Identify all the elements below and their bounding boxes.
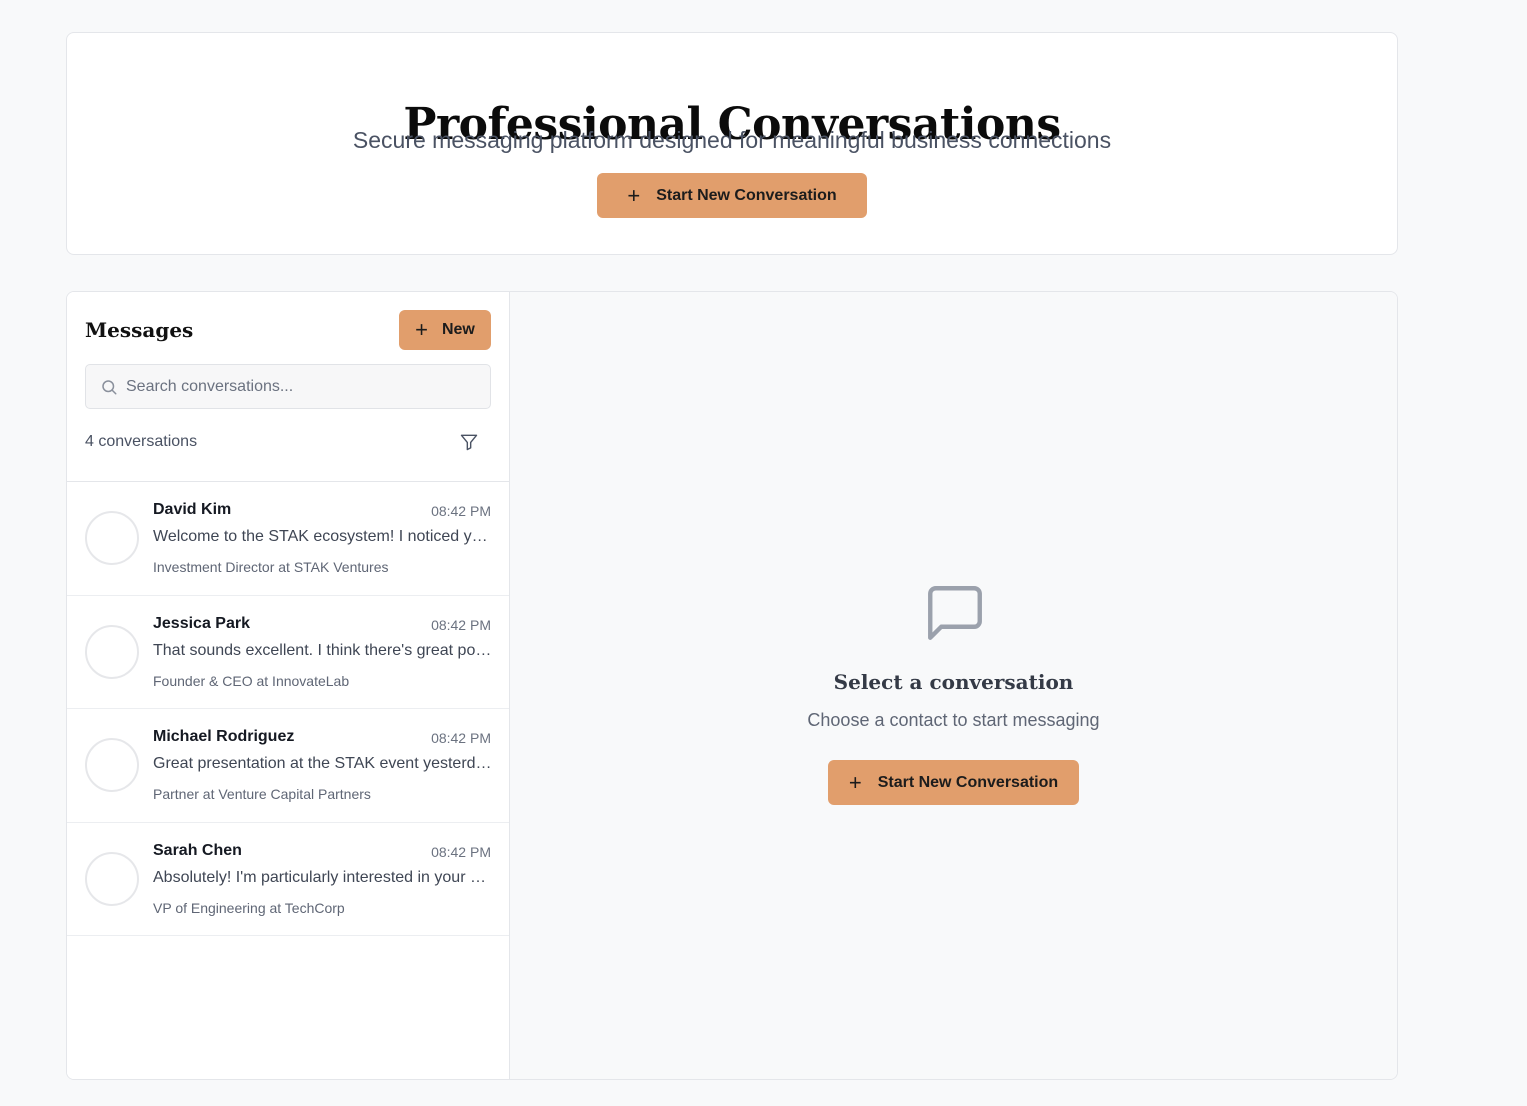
message-preview: Great presentation at the STAK event yes… — [153, 755, 492, 772]
avatar — [85, 851, 139, 906]
contact-role: Founder & CEO at InnovateLab — [153, 672, 350, 689]
message-time: 08:42 PM — [431, 616, 491, 633]
avatar — [85, 738, 139, 792]
plus-icon: + — [415, 317, 428, 342]
conversation-item[interactable]: David Kim 08:42 PM Welcome to the STAK e… — [67, 482, 509, 596]
start-new-conversation-label: Start New Conversation — [877, 773, 1059, 791]
search-input[interactable] — [126, 365, 486, 408]
filter-icon[interactable] — [459, 432, 479, 452]
start-new-conversation-button[interactable]: + Start New Conversation — [597, 173, 867, 218]
new-conversation-button[interactable]: + New — [399, 310, 491, 350]
conversation-sidebar: Messages + New 4 conversations David Kim… — [67, 292, 510, 1079]
search-icon — [102, 380, 117, 395]
message-time: 08:42 PM — [431, 503, 491, 519]
message-preview: That sounds excellent. I think there's g… — [153, 641, 492, 659]
start-new-conversation-button[interactable]: + Start New Conversation — [828, 760, 1079, 805]
message-preview: Absolutely! I'm particularly interested … — [153, 868, 492, 886]
contact-role: Partner at Venture Capital Partners — [153, 786, 371, 802]
contact-name: Jessica Park — [153, 614, 250, 632]
new-button-label: New — [441, 321, 475, 338]
conversation-item[interactable]: Michael Rodriguez 08:42 PM Great present… — [67, 709, 509, 823]
empty-state-subtitle: Choose a contact to start messaging — [807, 710, 1100, 730]
page-subtitle: Secure messaging platform designed for m… — [352, 127, 1112, 153]
contact-name: David Kim — [153, 501, 232, 518]
message-time: 08:42 PM — [431, 730, 491, 746]
conversation-item[interactable]: Jessica Park 08:42 PM That sounds excell… — [67, 596, 509, 709]
contact-name: Sarah Chen — [153, 841, 242, 859]
start-new-conversation-label: Start New Conversation — [656, 186, 837, 204]
conversation-list: David Kim 08:42 PM Welcome to the STAK e… — [67, 482, 509, 936]
empty-state-title: Select a conversation — [833, 670, 1074, 694]
conversation-item[interactable]: Sarah Chen 08:42 PM Absolutely! I'm part… — [67, 823, 509, 936]
sidebar-title: Messages — [85, 318, 194, 342]
contact-name: Michael Rodriguez — [153, 728, 295, 745]
search-field[interactable] — [85, 364, 491, 409]
avatar — [85, 511, 139, 565]
hero-card: Professional Conversations Secure messag… — [66, 32, 1398, 255]
messaging-panel: Messages + New 4 conversations David Kim… — [66, 291, 1398, 1080]
plus-icon: + — [627, 182, 641, 208]
plus-icon: + — [848, 769, 862, 795]
contact-role: Investment Director at STAK Ventures — [153, 559, 389, 575]
message-square-icon — [928, 586, 982, 640]
message-preview: Welcome to the STAK ecosystem! I noticed… — [153, 528, 492, 545]
contact-role: VP of Engineering at TechCorp — [153, 899, 345, 916]
conversation-count: 4 conversations — [85, 433, 198, 450]
message-time: 08:42 PM — [431, 843, 491, 860]
avatar — [85, 624, 139, 679]
conversation-view: Select a conversation Choose a contact t… — [510, 292, 1397, 1079]
